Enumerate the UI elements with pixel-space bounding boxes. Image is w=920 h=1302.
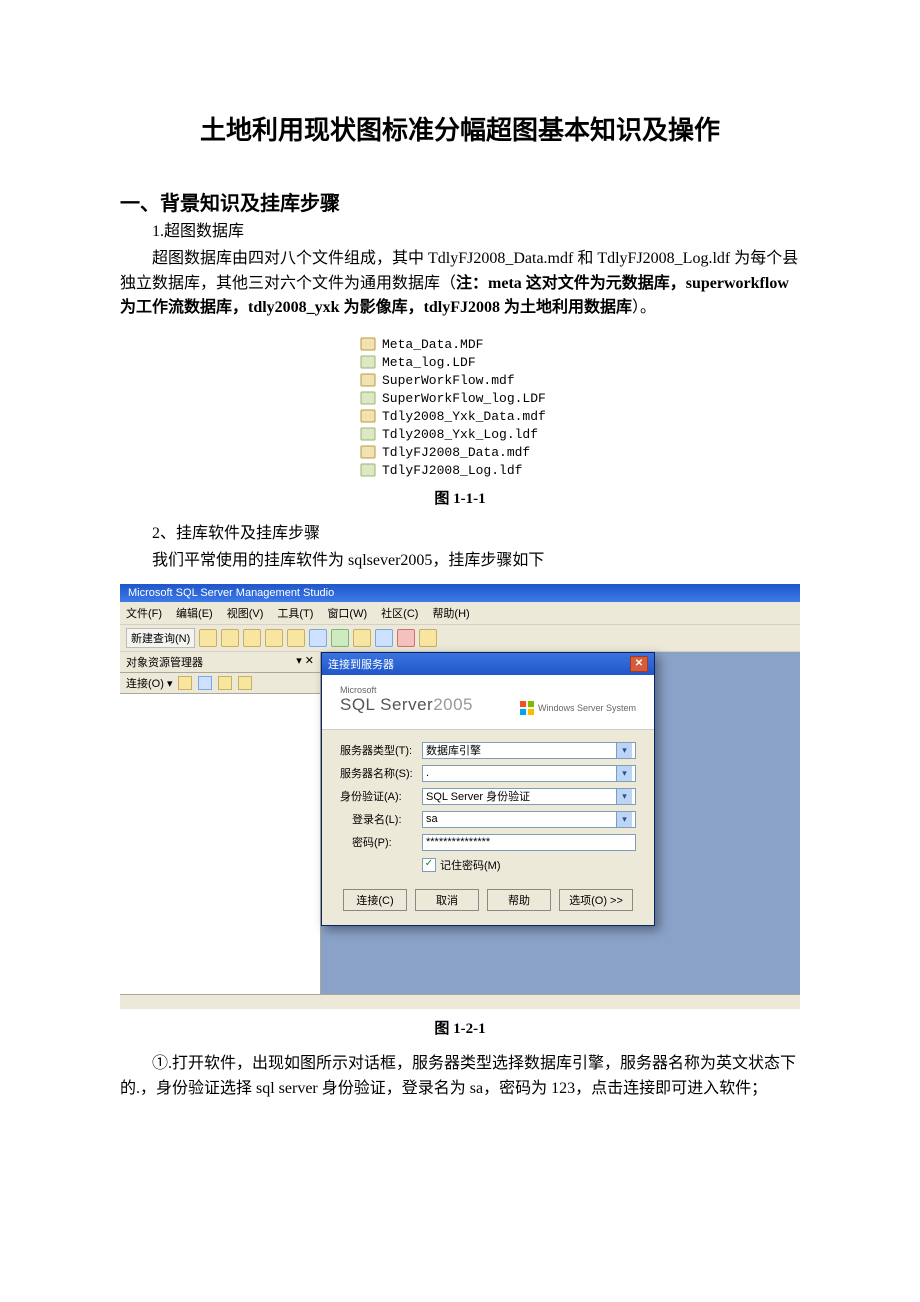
fig-1-caption: 图 1-1-1	[120, 487, 800, 508]
server-name-label: 服务器名称(S):	[340, 765, 422, 781]
oe-toolbar-icon[interactable]	[178, 676, 192, 690]
toolbar-icon[interactable]	[265, 629, 283, 647]
server-type-combo[interactable]: 数据库引擎▾	[422, 742, 636, 759]
db-mdf-icon	[360, 372, 376, 388]
sub-2: 2、挂库软件及挂库步骤	[120, 522, 800, 547]
toolbar-icon[interactable]	[243, 629, 261, 647]
file-name: TdlyFJ2008_Data.mdf	[382, 445, 530, 460]
toolbar-icon[interactable]	[331, 629, 349, 647]
oe-connect-button[interactable]: 连接(O) ▾	[126, 675, 172, 691]
close-icon[interactable]: ✕	[630, 656, 648, 672]
login-label: 登录名(L):	[340, 811, 422, 827]
file-list: Meta_Data.MDF Meta_log.LDF SuperWorkFlow…	[360, 335, 560, 479]
list-item: SuperWorkFlow.mdf	[360, 371, 560, 389]
remember-password-label: 记住密码(M)	[440, 857, 501, 873]
chevron-down-icon[interactable]: ▾	[616, 812, 632, 827]
help-button[interactable]: 帮助	[487, 889, 551, 911]
para-1-b: ）。	[632, 299, 656, 316]
brand-sqlserver: SQL Server2005	[340, 695, 473, 715]
login-combo[interactable]: sa▾	[422, 811, 636, 828]
object-explorer-title: 对象资源管理器	[126, 654, 203, 670]
file-name: SuperWorkFlow_log.LDF	[382, 391, 546, 406]
db-mdf-icon	[360, 408, 376, 424]
connect-button[interactable]: 连接(C)	[343, 889, 407, 911]
db-ldf-icon	[360, 462, 376, 478]
db-ldf-icon	[360, 354, 376, 370]
file-name: Tdly2008_Yxk_Data.mdf	[382, 409, 546, 424]
chevron-down-icon[interactable]: ▾	[616, 789, 632, 804]
toolbar-icon[interactable]	[221, 629, 239, 647]
brand-windows-server: Windows Server System	[538, 703, 636, 713]
ssms-menubar: 文件(F) 编辑(E) 视图(V) 工具(T) 窗口(W) 社区(C) 帮助(H…	[120, 602, 800, 624]
section-1-header: 一、背景知识及挂库步骤	[120, 187, 800, 216]
db-mdf-icon	[360, 444, 376, 460]
toolbar-icon[interactable]	[199, 629, 217, 647]
menu-window[interactable]: 窗口(W)	[327, 605, 367, 621]
ssms-titlebar: Microsoft SQL Server Management Studio	[120, 584, 800, 602]
toolbar-icon[interactable]	[353, 629, 371, 647]
new-query-button[interactable]: 新建查询(N)	[126, 628, 195, 648]
sub-1: 1.超图数据库	[120, 220, 800, 245]
oe-toolbar-icon[interactable]	[218, 676, 232, 690]
menu-view[interactable]: 视图(V)	[227, 605, 264, 621]
list-item: Meta_log.LDF	[360, 353, 560, 371]
oe-toolbar-icon[interactable]	[238, 676, 252, 690]
toolbar-icon[interactable]	[287, 629, 305, 647]
file-name: TdlyFJ2008_Log.ldf	[382, 463, 522, 478]
ssms-toolbar: 新建查询(N)	[120, 624, 800, 652]
dialog-brand: Microsoft SQL Server2005 Windows Server …	[322, 675, 654, 730]
list-item: TdlyFJ2008_Log.ldf	[360, 461, 560, 479]
toolbar-icon[interactable]	[309, 629, 327, 647]
ssms-statusbar	[120, 994, 800, 1009]
menu-edit[interactable]: 编辑(E)	[176, 605, 213, 621]
windows-flag-icon	[520, 701, 534, 715]
db-ldf-icon	[360, 426, 376, 442]
toolbar-icon[interactable]	[397, 629, 415, 647]
menu-help[interactable]: 帮助(H)	[432, 605, 469, 621]
fig-2-caption: 图 1-2-1	[120, 1017, 800, 1038]
chevron-down-icon[interactable]: ▾	[616, 766, 632, 781]
auth-label: 身份验证(A):	[340, 788, 422, 804]
auth-combo[interactable]: SQL Server 身份验证▾	[422, 788, 636, 805]
menu-community[interactable]: 社区(C)	[381, 605, 418, 621]
password-field[interactable]: ***************	[422, 834, 636, 851]
file-name: SuperWorkFlow.mdf	[382, 373, 515, 388]
server-type-label: 服务器类型(T):	[340, 742, 422, 758]
oe-toolbar-icon[interactable]	[198, 676, 212, 690]
para-2: 我们平常使用的挂库软件为 sqlsever2005，挂库步骤如下	[120, 549, 800, 574]
panel-pin-close-icon[interactable]: ▾ ✕	[296, 654, 314, 670]
toolbar-icon[interactable]	[375, 629, 393, 647]
object-explorer: 对象资源管理器 ▾ ✕ 连接(O) ▾	[120, 652, 321, 994]
para-3: ①.打开软件，出现如图所示对话框，服务器类型选择数据库引擎，服务器名称为英文状态…	[120, 1052, 800, 1102]
server-name-combo[interactable]: .▾	[422, 765, 636, 782]
connect-dialog: 连接到服务器 ✕ Microsoft SQL Server2005	[321, 652, 655, 926]
para-1: 超图数据库由四对八个文件组成，其中 TdlyFJ2008_Data.mdf 和 …	[120, 247, 800, 321]
list-item: SuperWorkFlow_log.LDF	[360, 389, 560, 407]
options-button[interactable]: 选项(O) >>	[559, 889, 633, 911]
brand-microsoft: Microsoft	[340, 685, 473, 695]
cancel-button[interactable]: 取消	[415, 889, 479, 911]
dialog-title: 连接到服务器	[328, 656, 394, 672]
chevron-down-icon[interactable]: ▾	[616, 743, 632, 758]
file-name: Meta_Data.MDF	[382, 337, 483, 352]
list-item: Tdly2008_Yxk_Data.mdf	[360, 407, 560, 425]
remember-password-checkbox[interactable]: ✓	[422, 858, 436, 872]
doc-title: 土地利用现状图标准分幅超图基本知识及操作	[120, 110, 800, 147]
list-item: Tdly2008_Yxk_Log.ldf	[360, 425, 560, 443]
list-item: TdlyFJ2008_Data.mdf	[360, 443, 560, 461]
ssms-window: Microsoft SQL Server Management Studio 文…	[120, 584, 800, 1009]
db-ldf-icon	[360, 390, 376, 406]
password-label: 密码(P):	[340, 834, 422, 850]
ssms-main-area: 连接到服务器 ✕ Microsoft SQL Server2005	[321, 652, 800, 994]
file-name: Meta_log.LDF	[382, 355, 476, 370]
file-name: Tdly2008_Yxk_Log.ldf	[382, 427, 538, 442]
object-explorer-content	[120, 694, 320, 994]
menu-tools[interactable]: 工具(T)	[277, 605, 313, 621]
list-item: Meta_Data.MDF	[360, 335, 560, 353]
db-mdf-icon	[360, 336, 376, 352]
toolbar-icon[interactable]	[419, 629, 437, 647]
menu-file[interactable]: 文件(F)	[126, 605, 162, 621]
